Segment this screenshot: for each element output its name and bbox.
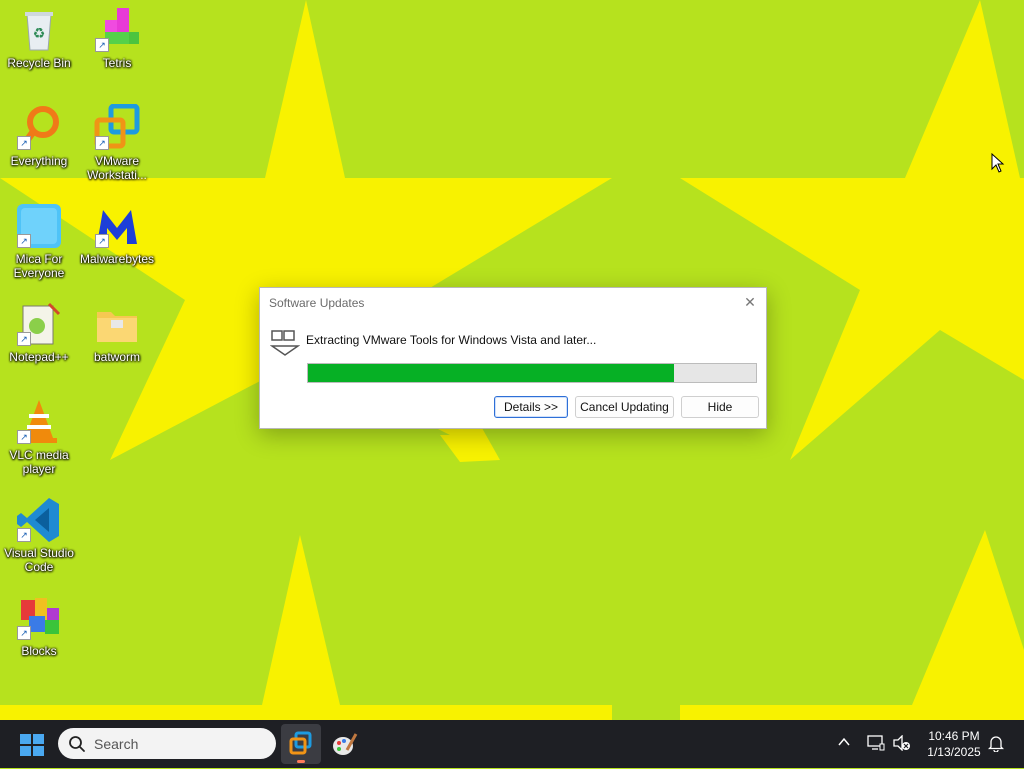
desktop-icon-vscode[interactable]: ↗ Visual Studio Code [0, 496, 78, 574]
taskbar-search-box[interactable]: Search [58, 728, 276, 759]
taskbar-paint-app[interactable] [325, 724, 365, 764]
software-updates-dialog: Software Updates ✕ Extracting VMware Too… [259, 287, 767, 429]
desktop-icon-batworm[interactable]: batworm [78, 300, 156, 364]
desktop-icon-malwarebytes[interactable]: ↗ Malwarebytes [78, 202, 156, 266]
search-placeholder: Search [94, 736, 139, 752]
taskbar-vmware-app[interactable] [281, 724, 321, 764]
update-extract-icon [270, 330, 300, 356]
blocks-icon: ↗ [15, 594, 63, 642]
shortcut-arrow-icon: ↗ [95, 38, 109, 52]
clock-time: 10:46 PM [928, 729, 980, 743]
notification-bell-icon[interactable] [987, 734, 1005, 755]
desktop-icon-label: VMware Workstati... [87, 154, 147, 182]
volume-muted-icon[interactable] [893, 734, 911, 754]
clock-date: 1/13/2025 [927, 745, 981, 759]
notepadpp-icon: ↗ [15, 300, 63, 348]
everything-search-icon: ↗ [15, 104, 63, 152]
progress-bar [307, 363, 757, 383]
desktop-icon-label: Mica For Everyone [13, 252, 65, 280]
paint-palette-icon [333, 733, 358, 755]
desktop-icon-vmware[interactable]: ↗ VMware Workstati... [78, 103, 156, 182]
shortcut-arrow-icon: ↗ [95, 136, 109, 150]
vscode-icon: ↗ [15, 496, 63, 544]
desktop-icon-mica[interactable]: ↗ Mica For Everyone [0, 202, 78, 280]
mouse-cursor-icon [991, 153, 1005, 173]
taskbar: Search 10:46 PM 1/13/2025 [0, 720, 1024, 768]
shortcut-arrow-icon: ↗ [17, 528, 31, 542]
dialog-title: Software Updates [269, 296, 365, 310]
network-icon[interactable] [867, 735, 885, 754]
desktop-icon-vlc[interactable]: ↗ VLC media player [0, 398, 78, 476]
desktop-icon-notepadpp[interactable]: ↗ Notepad++ [0, 300, 78, 364]
malwarebytes-icon: ↗ [93, 202, 141, 250]
desktop-icon-label: Malwarebytes [79, 252, 155, 266]
recycle-bin-icon: ♻ [15, 6, 63, 54]
desktop-icon-label: Everything [10, 154, 68, 168]
shortcut-arrow-icon: ↗ [17, 332, 31, 346]
close-icon[interactable]: ✕ [742, 294, 758, 310]
desktop-icon-label: Recycle Bin [7, 56, 71, 70]
desktop-icon-tetris[interactable]: ↗ Tetris [78, 6, 156, 70]
desktop-icon-label: VLC media player [9, 448, 69, 476]
folder-icon [93, 300, 141, 348]
details-button[interactable]: Details >> [494, 396, 568, 418]
shortcut-arrow-icon: ↗ [17, 430, 31, 444]
desktop: ♻ Recycle Bin ↗ Tetris ↗ Everything ↗ VM… [0, 0, 1024, 720]
search-icon [69, 736, 85, 752]
tetris-icon: ↗ [93, 6, 141, 54]
desktop-icon-blocks[interactable]: ↗ Blocks [0, 594, 78, 658]
dialog-titlebar[interactable]: Software Updates ✕ [260, 288, 766, 316]
mica-icon: ↗ [15, 202, 63, 250]
dialog-message: Extracting VMware Tools for Windows Vist… [306, 333, 597, 347]
desktop-icon-label: Notepad++ [9, 350, 69, 364]
vmware-icon [289, 731, 312, 755]
desktop-icon-label: batworm [93, 350, 140, 364]
system-clock[interactable]: 10:46 PM 1/13/2025 [918, 728, 990, 760]
active-app-indicator [297, 760, 305, 763]
shortcut-arrow-icon: ↗ [17, 626, 31, 640]
desktop-icon-label: Blocks [21, 644, 57, 658]
desktop-icon-recycle-bin[interactable]: ♻ Recycle Bin [0, 6, 78, 70]
chevron-up-icon[interactable] [837, 735, 851, 752]
desktop-icon-everything[interactable]: ↗ Everything [0, 104, 78, 168]
shortcut-arrow-icon: ↗ [17, 234, 31, 248]
desktop-icon-label: Tetris [102, 56, 132, 70]
progress-fill [308, 364, 675, 382]
vmware-icon: ↗ [93, 103, 141, 152]
shortcut-arrow-icon: ↗ [95, 234, 109, 248]
windows-start-icon[interactable] [19, 733, 45, 757]
hide-button[interactable]: Hide [681, 396, 759, 418]
shortcut-arrow-icon: ↗ [17, 136, 31, 150]
cancel-updating-button[interactable]: Cancel Updating [575, 396, 674, 418]
vlc-cone-icon: ↗ [15, 398, 63, 446]
desktop-icon-label: Visual Studio Code [4, 546, 74, 574]
svg-text:♻: ♻ [33, 26, 46, 42]
